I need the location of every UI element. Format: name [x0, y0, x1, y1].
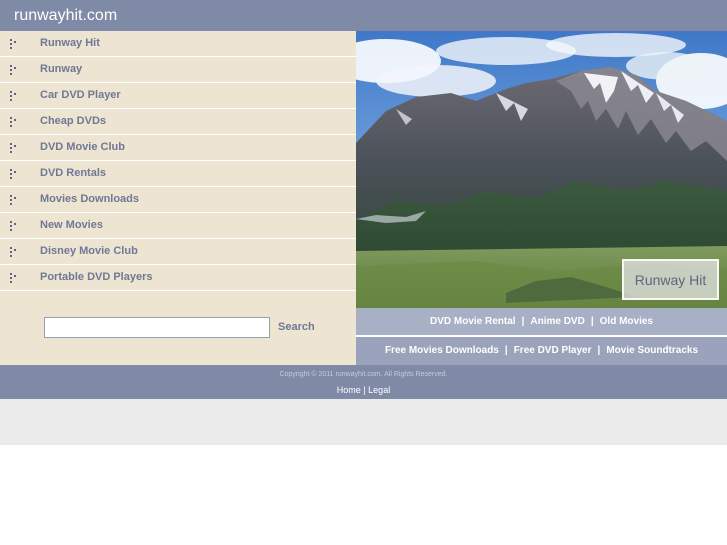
sidebar-item-runway-hit[interactable]: Runway Hit	[0, 31, 356, 57]
bullet-icon	[10, 273, 20, 283]
sidebar-item-label: DVD Movie Club	[40, 141, 125, 153]
copyright-text: Copyright © 2011 runwayhit.com. All Righ…	[279, 371, 448, 378]
search-button[interactable]: Search	[278, 321, 315, 333]
footer-links: Home | Legal	[0, 385, 727, 395]
sidebar-item-new-movies[interactable]: New Movies	[0, 213, 356, 239]
bullet-icon	[10, 169, 20, 179]
sidebar-item-dvd-rentals[interactable]: DVD Rentals	[0, 161, 356, 187]
bottom-strip	[0, 399, 727, 445]
link-old-movies[interactable]: Old Movies	[600, 316, 653, 327]
sidebar-item-label: DVD Rentals	[40, 167, 107, 179]
sidebar-item-label: Car DVD Player	[40, 89, 121, 101]
sidebar-item-movies-downloads[interactable]: Movies Downloads	[0, 187, 356, 213]
sidebar-item-label: Runway Hit	[40, 37, 100, 49]
sidebar-item-disney-movie-club[interactable]: Disney Movie Club	[0, 239, 356, 265]
link-anime-dvd[interactable]: Anime DVD	[530, 316, 584, 327]
sidebar-item-label: Movies Downloads	[40, 193, 140, 205]
sidebar-item-portable-dvd-players[interactable]: Portable DVD Players	[0, 265, 356, 291]
sidebar-nav: Runway Hit Runway Car DVD Player Cheap D…	[0, 31, 356, 291]
hero-badge-label: Runway Hit	[634, 272, 707, 288]
sidebar-item-label: Portable DVD Players	[40, 271, 153, 283]
bullet-icon	[10, 39, 20, 49]
footer-legal-link[interactable]: Legal	[368, 385, 390, 395]
related-links-row-2: Free Movies Downloads | Free DVD Player | Mo…	[356, 337, 727, 365]
site-header: runwayhit.com	[0, 0, 727, 31]
site-footer: Copyright © 2011 runwayhit.com. All Righ…	[0, 365, 727, 399]
bullet-icon	[10, 221, 20, 231]
bullet-icon	[10, 65, 20, 75]
sidebar-item-label: Runway	[40, 63, 83, 75]
sidebar: Runway Hit Runway Car DVD Player Cheap D…	[0, 31, 356, 365]
sidebar-item-label: New Movies	[40, 219, 103, 231]
bullet-icon	[10, 247, 20, 257]
sidebar-item-dvd-movie-club[interactable]: DVD Movie Club	[0, 135, 356, 161]
link-separator: |	[504, 345, 508, 356]
sidebar-item-label: Cheap DVDs	[40, 115, 107, 127]
sidebar-item-car-dvd-player[interactable]: Car DVD Player	[0, 83, 356, 109]
bullet-icon	[10, 117, 20, 127]
bullet-icon	[10, 91, 20, 101]
sidebar-item-cheap-dvds[interactable]: Cheap DVDs	[0, 109, 356, 135]
hero-badge[interactable]: Runway Hit	[622, 259, 719, 300]
sidebar-item-label: Disney Movie Club	[40, 245, 138, 257]
link-free-dvd-player[interactable]: Free DVD Player	[514, 345, 592, 356]
related-links-row-1: DVD Movie Rental | Anime DVD | Old Movies	[356, 308, 727, 336]
bullet-icon	[10, 195, 20, 205]
bullet-icon	[10, 143, 20, 153]
search-input[interactable]	[44, 317, 270, 338]
link-separator: |	[521, 316, 525, 327]
hero-image: Runway Hit	[356, 31, 727, 308]
link-movie-soundtracks[interactable]: Movie Soundtracks	[606, 345, 698, 356]
link-dvd-movie-rental[interactable]: DVD Movie Rental	[430, 316, 516, 327]
sidebar-item-runway[interactable]: Runway	[0, 57, 356, 83]
link-free-movies-downloads[interactable]: Free Movies Downloads	[385, 345, 499, 356]
link-separator: |	[590, 316, 594, 327]
footer-home-link[interactable]: Home	[337, 385, 361, 395]
site-title[interactable]: runwayhit.com	[14, 7, 117, 25]
footer-separator: |	[363, 385, 366, 395]
link-separator: |	[597, 345, 601, 356]
